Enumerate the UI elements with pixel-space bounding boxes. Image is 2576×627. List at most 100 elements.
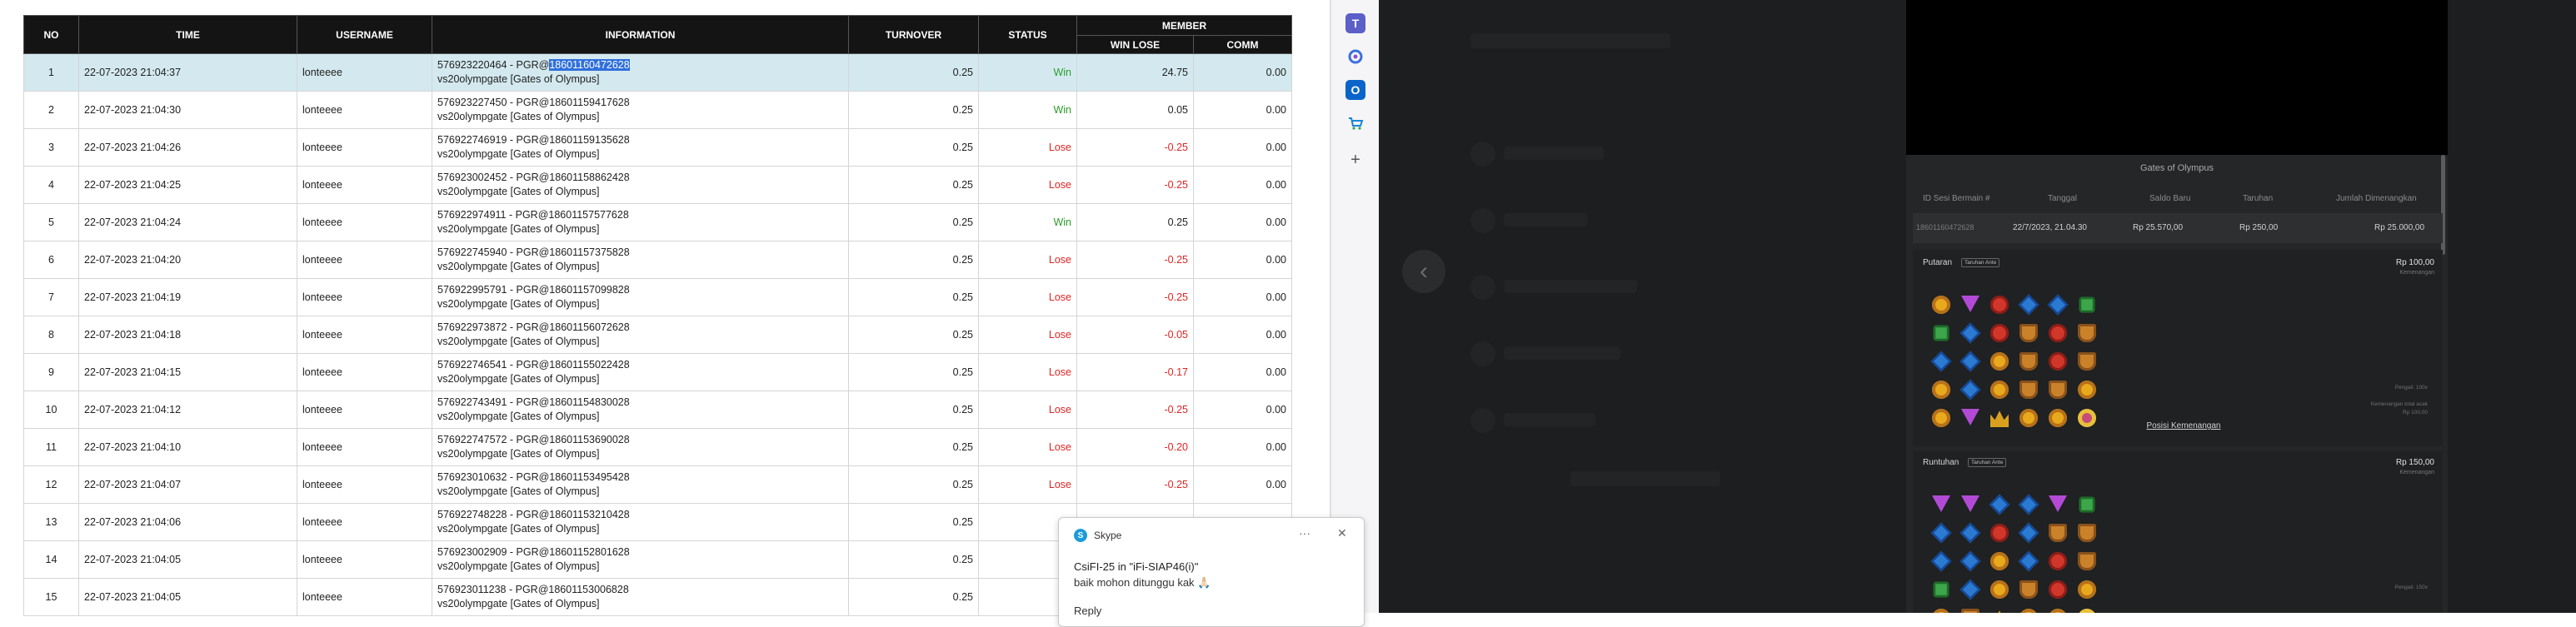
table-row[interactable]: 7 22-07-2023 21:04:19 lonteeee 576922995791… xyxy=(23,278,1292,316)
info-highlighted-text[interactable]: 18601160472628 xyxy=(549,59,630,71)
cell-information: 576923010632 - PGR@18601153495428 vs20oly… xyxy=(432,465,849,504)
cell-information: 576922745940 - PGR@18601157375828 vs20oly… xyxy=(432,241,849,279)
cell-information: 576923011238 - PGR@18601153006828 vs20oly… xyxy=(432,578,849,616)
table-row[interactable]: 8 22-07-2023 21:04:18 lonteeee 576922973872… xyxy=(23,316,1292,354)
table-row[interactable]: 6 22-07-2023 21:04:20 lonteeee 576922745940… xyxy=(23,241,1292,279)
cell-comm: 0.00 xyxy=(1193,391,1292,429)
notification-app-name: Skype xyxy=(1094,530,1122,541)
table-row[interactable]: 2 22-07-2023 21:04:30 lonteeee 576923227450… xyxy=(23,91,1292,129)
game-symbol-icon xyxy=(2018,522,2039,544)
skype-notification[interactable]: S Skype ··· ✕ CsiFI-25 in "iFi-SIAP46(i)… xyxy=(1058,517,1365,627)
back-arrow-button[interactable]: ‹ xyxy=(1402,250,1445,293)
spin-section-amount: Rp 100,00 xyxy=(2395,258,2434,267)
game-symbol-icon xyxy=(1990,580,2009,599)
header-comm[interactable]: COMM xyxy=(1193,35,1292,54)
game-symbol-icon xyxy=(2049,552,2067,570)
game-symbol-icon xyxy=(1959,579,1981,600)
game-symbol-icon xyxy=(2078,381,2096,399)
table-row[interactable]: 10 22-07-2023 21:04:12 lonteeee 57692274349… xyxy=(23,391,1292,429)
cell-status: Lose xyxy=(978,166,1077,204)
info-id: 576923227450 - PGR@18601159417628 xyxy=(437,97,630,108)
game-symbol-icon xyxy=(1990,324,2009,342)
header-win-lose[interactable]: WIN LOSE xyxy=(1076,35,1194,54)
game-symbol-icon xyxy=(2079,496,2095,513)
game-symbol-icon xyxy=(1990,352,2009,371)
game-symbol-icon xyxy=(2049,324,2067,342)
cell-no: 1 xyxy=(23,53,79,92)
game-symbol-icon xyxy=(1961,296,1979,312)
game-symbol-icon xyxy=(2079,296,2095,313)
header-information[interactable]: INFORMATION xyxy=(432,15,849,54)
date-value: 22/7/2023, 21.04.30 xyxy=(2013,223,2087,232)
game-symbol-icon xyxy=(2078,524,2096,542)
bet-value: Rp 250,00 xyxy=(2239,223,2279,232)
spin-note: Rp 100,00 xyxy=(2403,410,2428,416)
win-position-link[interactable]: Posisi Kemenangan xyxy=(1913,421,2454,430)
cell-comm: 0.00 xyxy=(1193,128,1292,167)
table-row[interactable]: 1 22-07-2023 21:04:37 lonteeee 576923220464… xyxy=(23,53,1292,92)
cell-turnover: 0.25 xyxy=(848,578,979,616)
table-row[interactable]: 5 22-07-2023 21:04:24 lonteeee 576922974911… xyxy=(23,203,1292,241)
cell-information: 576922974911 - PGR@18601157577628 vs20oly… xyxy=(432,203,849,241)
col-new-balance: Saldo Baru xyxy=(2149,194,2191,203)
game-symbol-icon xyxy=(2049,580,2067,599)
cell-username: lonteeee xyxy=(297,503,432,541)
header-turnover[interactable]: TURNOVER xyxy=(848,15,979,54)
cell-turnover: 0.25 xyxy=(848,540,979,579)
shopping-icon[interactable] xyxy=(1345,113,1365,133)
info-game: vs20olympgate [Gates of Olympus] xyxy=(437,598,600,610)
info-id: 576922974911 - PGR@18601157577628 xyxy=(437,209,629,221)
cell-username: lonteeee xyxy=(297,316,432,354)
header-status[interactable]: STATUS xyxy=(978,15,1077,54)
teams-icon[interactable]: T xyxy=(1345,13,1365,33)
add-icon[interactable]: + xyxy=(1345,150,1365,170)
cell-comm: 0.00 xyxy=(1193,316,1292,354)
cell-comm: 0.00 xyxy=(1193,241,1292,279)
table-row[interactable]: 3 22-07-2023 21:04:26 lonteeee 576922746919… xyxy=(23,128,1292,167)
cell-time: 22-07-2023 21:04:19 xyxy=(78,278,297,316)
ghost-block xyxy=(1470,208,1495,233)
more-options-icon[interactable]: ··· xyxy=(1299,526,1310,540)
table-row[interactable]: 4 22-07-2023 21:04:25 lonteeee 576923002452… xyxy=(23,166,1292,204)
info-id: 576923002909 - PGR@18601152801628 xyxy=(437,546,630,558)
cell-status: Lose xyxy=(978,278,1077,316)
cell-status: Lose xyxy=(978,391,1077,429)
cell-time: 22-07-2023 21:04:25 xyxy=(78,166,297,204)
game-symbol-icon xyxy=(2078,324,2096,342)
cell-time: 22-07-2023 21:04:18 xyxy=(78,316,297,354)
table-row[interactable]: 12 22-07-2023 21:04:07 lonteeee 57692301063… xyxy=(23,465,1292,504)
info-id: 576922743491 - PGR@18601154830028 xyxy=(437,396,630,408)
game-video-area xyxy=(1906,0,2448,155)
cascade-section-title: Runtuhan xyxy=(1923,458,1959,467)
close-icon[interactable]: ✕ xyxy=(1337,526,1347,540)
info-game: vs20olympgate [Gates of Olympus] xyxy=(437,373,600,385)
cell-comm: 0.00 xyxy=(1193,166,1292,204)
game-symbol-icon xyxy=(1989,494,2010,515)
cell-information: 576922973872 - PGR@18601156072628 vs20oly… xyxy=(432,316,849,354)
cell-information: 576922747572 - PGR@18601153690028 vs20oly… xyxy=(432,428,849,466)
cell-no: 10 xyxy=(23,391,79,429)
header-time[interactable]: TIME xyxy=(78,15,297,54)
cell-no: 11 xyxy=(23,428,79,466)
cell-no: 13 xyxy=(23,503,79,541)
header-username[interactable]: USERNAME xyxy=(297,15,432,54)
cell-status: Lose xyxy=(978,428,1077,466)
table-row[interactable]: 11 22-07-2023 21:04:10 lonteeee 57692274757… xyxy=(23,428,1292,466)
cell-win-lose: -0.17 xyxy=(1076,353,1194,391)
copilot-icon[interactable] xyxy=(1345,47,1365,67)
cascade-note: Pengali: 150x xyxy=(2394,585,2428,590)
cell-win-lose: 24.75 xyxy=(1076,53,1194,92)
cell-time: 22-07-2023 21:04:20 xyxy=(78,241,297,279)
table-row[interactable]: 9 22-07-2023 21:04:15 lonteeee 576922746541… xyxy=(23,353,1292,391)
game-title: Gates of Olympus xyxy=(2139,163,2214,173)
reply-field[interactable]: Reply xyxy=(1074,605,1101,617)
info-id: 576923002452 - PGR@18601158862428 xyxy=(437,172,630,183)
cell-win-lose: -0.05 xyxy=(1076,316,1194,354)
info-id: 576922746919 - PGR@18601159135628 xyxy=(437,134,630,146)
cell-win-lose: -0.25 xyxy=(1076,128,1194,167)
cell-time: 22-07-2023 21:04:26 xyxy=(78,128,297,167)
info-id: 576922973872 - PGR@18601156072628 xyxy=(437,321,630,333)
header-no[interactable]: NO xyxy=(23,15,79,54)
cell-information: 576923002909 - PGR@18601152801628 vs20oly… xyxy=(432,540,849,579)
outlook-icon[interactable]: O xyxy=(1345,80,1365,100)
